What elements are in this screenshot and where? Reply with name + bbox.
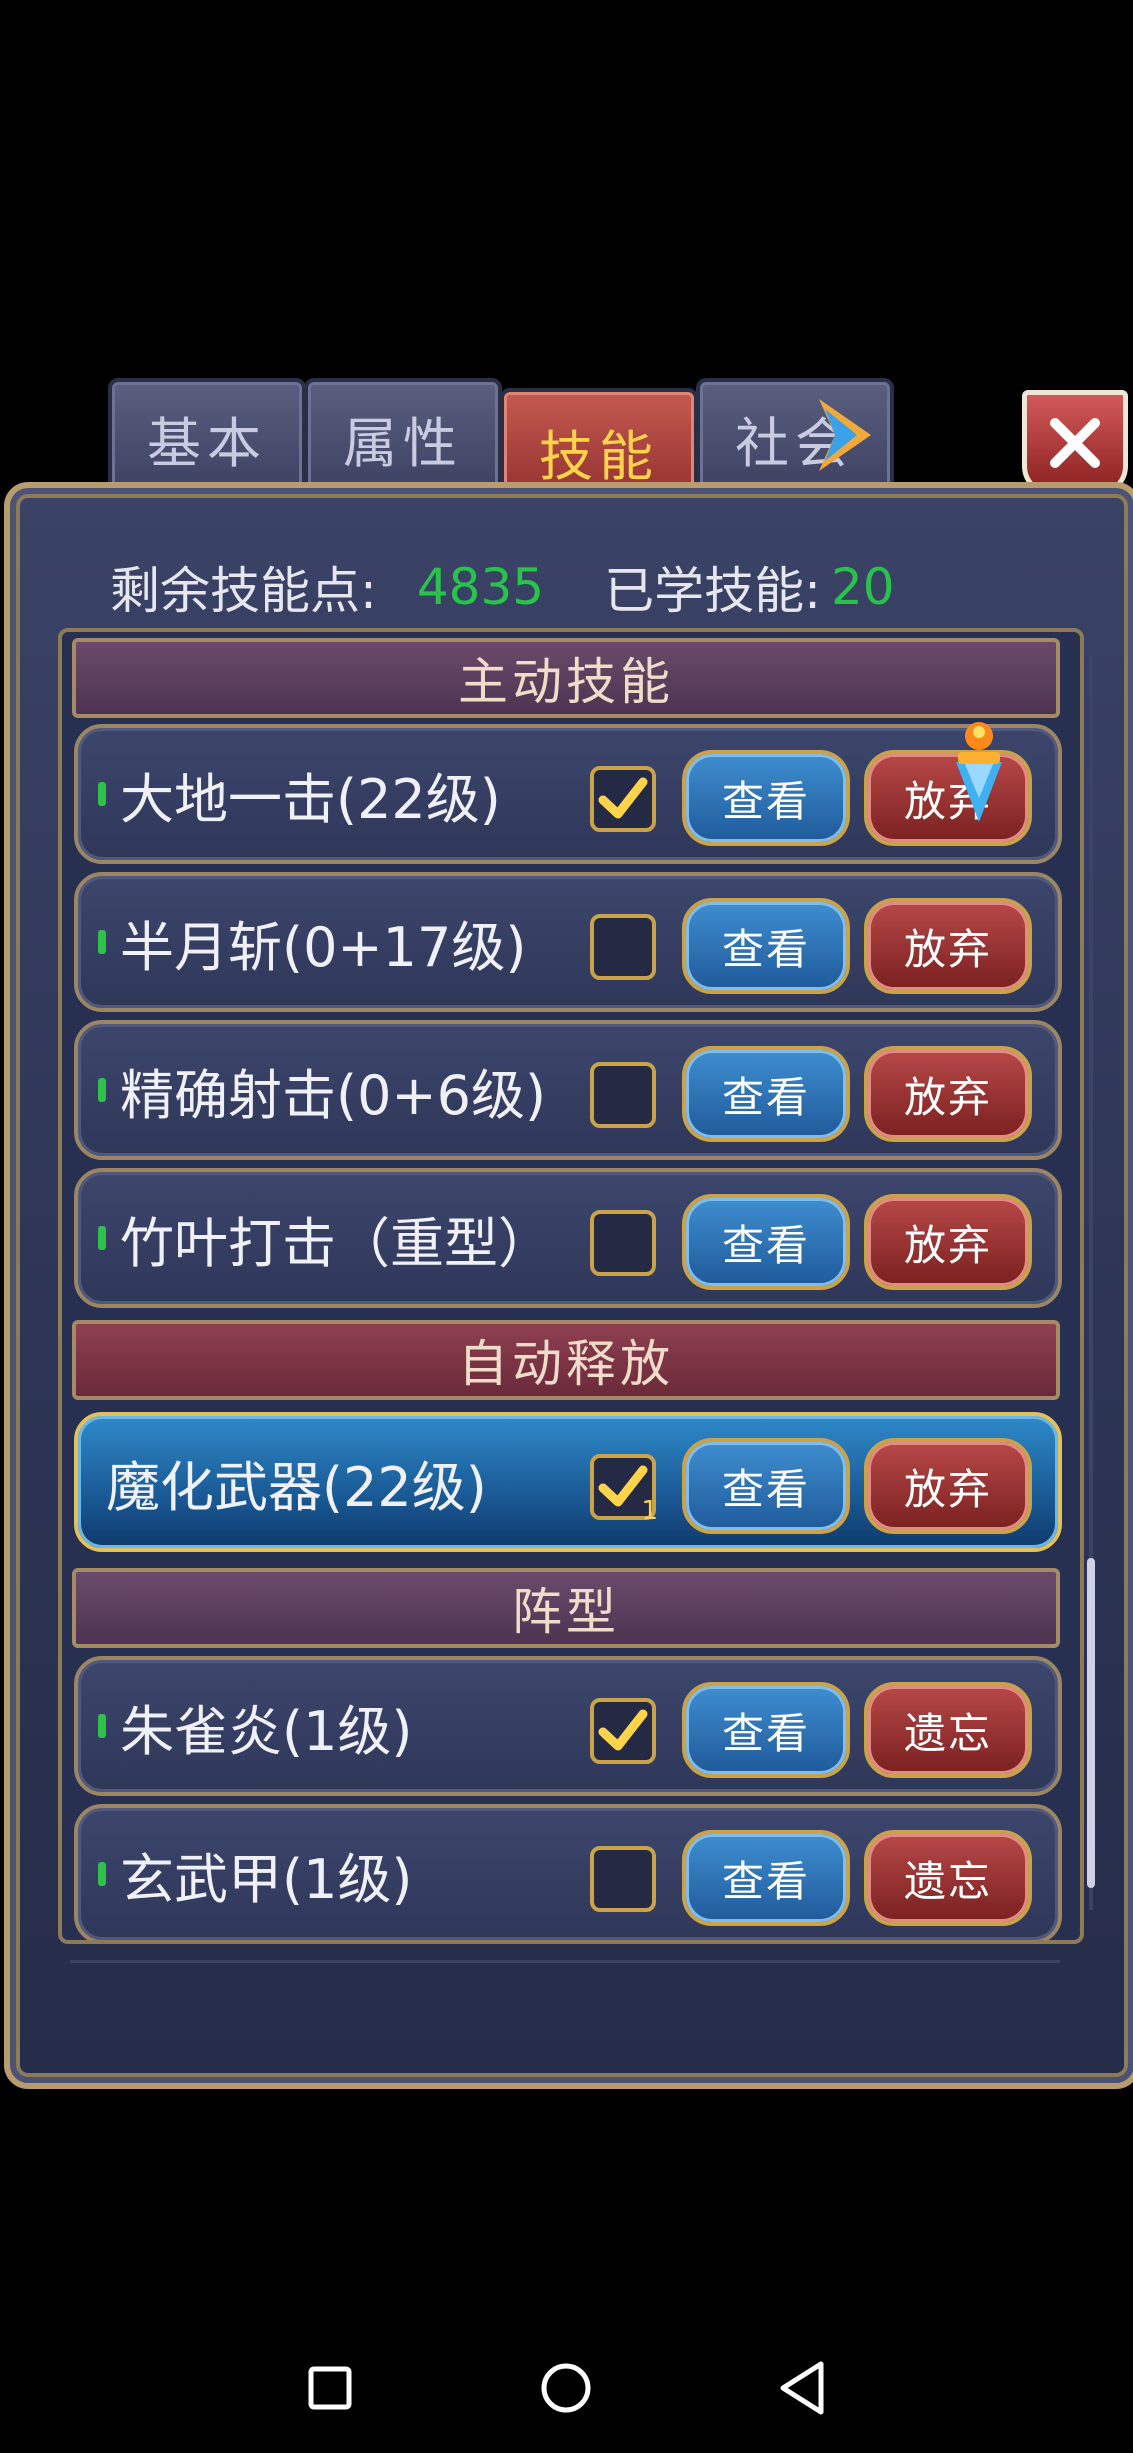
bullet (98, 1714, 106, 1738)
skill-checkbox[interactable] (590, 1210, 656, 1276)
button-label: 查看 (721, 924, 810, 974)
button-label: 放弃 (903, 924, 992, 974)
button-label: 遗忘 (903, 1708, 992, 1758)
abandon-button[interactable]: 放弃 (864, 1194, 1032, 1290)
forget-button[interactable]: 遗忘 (864, 1682, 1032, 1778)
section-title: 阵型 (512, 1583, 620, 1641)
bullet (98, 930, 106, 954)
skill-checkbox[interactable] (590, 1698, 656, 1764)
button-label: 放弃 (903, 1072, 992, 1122)
learned-skills-label: 已学技能: (604, 562, 821, 620)
remaining-points-value: 4835 (416, 558, 545, 616)
tab-attributes[interactable]: 属性 (304, 378, 502, 498)
section-title: 主动技能 (458, 653, 674, 711)
skill-row-selected[interactable]: 魔化武器(22级) 1 查看 放弃 (74, 1412, 1062, 1552)
button-label: 查看 (721, 1220, 810, 1270)
skill-name: 魔化武器(22级) (106, 1455, 487, 1519)
bullet (98, 782, 106, 806)
tab-label: 基本 (147, 411, 267, 475)
button-label: 放弃 (903, 1220, 992, 1270)
tab-basic[interactable]: 基本 (108, 378, 306, 498)
learned-skills-value: 20 (830, 558, 895, 616)
abandon-button[interactable]: 放弃 (864, 1046, 1032, 1142)
bullet (98, 1226, 106, 1250)
tab-label: 属性 (343, 411, 463, 475)
gem-icon (956, 722, 1002, 822)
next-arrow-icon[interactable] (808, 388, 882, 482)
back-triangle-icon (780, 2361, 824, 2415)
section-active-skills: 主动技能 (72, 638, 1060, 718)
section-auto-cast: 自动释放 (72, 1320, 1060, 1400)
circle-icon (541, 2363, 591, 2413)
close-icon (1050, 418, 1100, 468)
recents-button[interactable] (290, 2348, 370, 2428)
skill-checkbox[interactable] (590, 914, 656, 980)
button-label: 查看 (721, 776, 810, 826)
scrollbar[interactable] (1084, 638, 1098, 1928)
skill-row: 大地一击(22级) 查看 放弃 (74, 724, 1062, 864)
skill-name: 朱雀炎(1级) (120, 1699, 413, 1763)
bullet (98, 1078, 106, 1102)
home-button[interactable] (526, 2348, 606, 2428)
button-label: 遗忘 (903, 1856, 992, 1906)
remaining-points-label: 剩余技能点: (110, 562, 377, 620)
skill-stats: 剩余技能点: 4835 已学技能: 20 (110, 552, 895, 622)
skill-row: 精确射击(0+6级) 查看 放弃 (74, 1020, 1062, 1160)
skill-row: 朱雀炎(1级) 查看 遗忘 (74, 1656, 1062, 1796)
square-icon (308, 2366, 352, 2410)
view-button[interactable]: 查看 (682, 750, 850, 846)
forget-button[interactable]: 遗忘 (864, 1830, 1032, 1926)
button-label: 查看 (721, 1856, 810, 1906)
abandon-button[interactable]: 放弃 (864, 898, 1032, 994)
view-button[interactable]: 查看 (682, 1682, 850, 1778)
skill-name: 精确射击(0+6级) (120, 1063, 547, 1127)
skill-row: 竹叶打击（重型） 查看 放弃 (74, 1168, 1062, 1308)
view-button[interactable]: 查看 (682, 1438, 850, 1534)
bullet (98, 1862, 106, 1886)
skill-name: 竹叶打击（重型） (120, 1211, 552, 1275)
view-button[interactable]: 查看 (682, 1830, 850, 1926)
skill-checkbox[interactable] (590, 1846, 656, 1912)
view-button[interactable]: 查看 (682, 898, 850, 994)
skill-checkbox[interactable] (590, 766, 656, 832)
skill-name: 玄武甲(1级) (120, 1847, 413, 1911)
view-button[interactable]: 查看 (682, 1046, 850, 1142)
checkmark-icon (598, 1709, 648, 1751)
tab-label: 技能 (539, 424, 659, 488)
section-title: 自动释放 (458, 1335, 674, 1393)
button-label: 查看 (721, 1708, 810, 1758)
section-formation: 阵型 (72, 1568, 1060, 1648)
view-button[interactable]: 查看 (682, 1194, 850, 1290)
skill-list[interactable]: 主动技能 大地一击(22级) 查看 放弃 半月斩(0+17级) 查看 放弃 精确… (58, 628, 1084, 1944)
skill-row: 玄武甲(1级) 查看 遗忘 (74, 1804, 1062, 1940)
back-button[interactable] (762, 2348, 842, 2428)
skill-name: 半月斩(0+17级) (120, 915, 527, 979)
abandon-button[interactable]: 放弃 (864, 1438, 1032, 1534)
close-button[interactable] (1022, 390, 1128, 496)
skill-checkbox[interactable] (590, 1062, 656, 1128)
button-label: 放弃 (903, 1464, 992, 1514)
checkmark-icon (598, 777, 648, 819)
skill-checkbox[interactable]: 1 (590, 1454, 658, 1526)
auto-cast-order: 1 (641, 1496, 658, 1526)
skill-row: 半月斩(0+17级) 查看 放弃 (74, 872, 1062, 1012)
button-label: 查看 (721, 1072, 810, 1122)
skill-name: 大地一击(22级) (120, 767, 501, 831)
scrollbar-thumb[interactable] (1087, 1558, 1095, 1888)
panel-ornament (70, 1960, 1060, 2043)
button-label: 查看 (721, 1464, 810, 1514)
system-nav-bar (0, 2320, 1133, 2453)
